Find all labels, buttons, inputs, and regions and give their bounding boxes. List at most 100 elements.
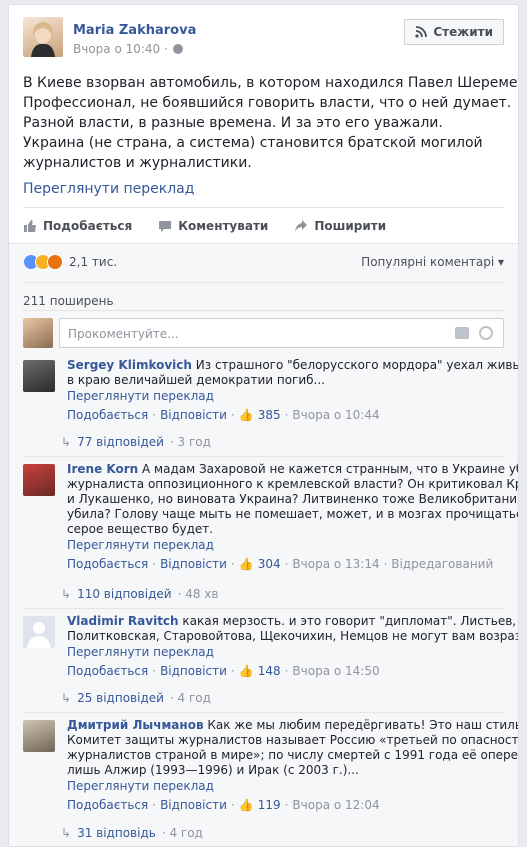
- reply-arrow-icon: ↳: [61, 691, 72, 705]
- share-button[interactable]: Поширити: [294, 219, 386, 233]
- comment-input[interactable]: Прокоментуйте...: [59, 318, 504, 348]
- like-count[interactable]: 304: [258, 557, 281, 572]
- post-line: Профессионал, не боявшийся говорить влас…: [23, 95, 512, 111]
- see-translation-link[interactable]: Переглянути переклад: [67, 538, 506, 553]
- divider: [23, 608, 504, 609]
- camera-icon[interactable]: [455, 327, 469, 339]
- commenter-avatar[interactable]: [23, 360, 55, 392]
- edited-label[interactable]: · Відредагований: [384, 557, 494, 572]
- like-link[interactable]: Подобається: [67, 798, 148, 813]
- default-avatar-icon: [27, 622, 51, 648]
- commenter-avatar[interactable]: [23, 616, 55, 648]
- see-translation-link[interactable]: Переглянути переклад: [67, 389, 506, 404]
- comment-icon: [159, 220, 172, 232]
- post-line: Разной власти, в разные времена. И за эт…: [23, 115, 443, 131]
- reply-arrow-icon: ↳: [61, 587, 72, 601]
- like-count[interactable]: 385: [258, 408, 281, 423]
- replies-link[interactable]: ↳ 31 відповідь · 4 год: [61, 826, 203, 840]
- replies-time: · 4 год: [169, 691, 211, 705]
- post-line: журналистов и журналистики.: [23, 155, 252, 171]
- comment-text: лишь Алжир (1993—1996) и Ирак (с 2003 г.…: [67, 763, 359, 777]
- like-button[interactable]: Подобається: [23, 219, 132, 233]
- comment-text: серое вещество будет.: [67, 522, 214, 536]
- see-translation-link[interactable]: Переглянути переклад: [23, 181, 194, 197]
- post-header: Maria Zakharova Вчора о 10:40 · Стежити: [23, 17, 504, 63]
- comment-text: и Лукашенко, но виновата Украина? Литвин…: [67, 492, 519, 506]
- comment-actions: Подобається · Відповісти · 👍 119 · Вчора о …: [67, 798, 380, 813]
- replies-count[interactable]: 31 відповідь: [77, 826, 156, 840]
- follow-button[interactable]: Стежити: [404, 19, 504, 45]
- like-count[interactable]: 119: [258, 798, 281, 813]
- globe-icon: [172, 44, 183, 54]
- follow-label: Стежити: [433, 25, 493, 39]
- author-avatar[interactable]: [23, 17, 63, 57]
- comment-text: Комитет защиты журналистов называет Росс…: [67, 733, 519, 747]
- current-user-avatar: [23, 318, 53, 348]
- comment-text: Как же мы любим передёргивать! Это наш с…: [207, 718, 519, 732]
- reactions-count[interactable]: 2,1 тис.: [69, 255, 117, 269]
- divider: [23, 712, 504, 713]
- reply-link[interactable]: Відповісти: [160, 798, 227, 813]
- comment-text: Политковская, Старовойтова, Щекочихин, Н…: [67, 629, 519, 643]
- thumbs-up-icon: 👍: [238, 798, 254, 812]
- commenter-avatar[interactable]: [23, 720, 55, 752]
- reply-arrow-icon: ↳: [61, 826, 72, 840]
- replies-time: · 48 хв: [177, 587, 219, 601]
- comment-time[interactable]: Вчора о 14:50: [292, 664, 379, 679]
- like-count[interactable]: 148: [258, 664, 281, 679]
- post-meta: Вчора о 10:40 ·: [73, 42, 183, 56]
- replies-link[interactable]: ↳ 110 відповідей · 48 хв: [61, 587, 218, 601]
- replies-count[interactable]: 110 відповідей: [77, 587, 172, 601]
- shares-count[interactable]: 211 поширень: [23, 294, 114, 308]
- thumbs-up-icon: 👍: [238, 408, 254, 422]
- like-link[interactable]: Подобається: [67, 664, 148, 679]
- reply-link[interactable]: Відповісти: [160, 557, 227, 572]
- post-time[interactable]: Вчора о 10:40 ·: [73, 42, 168, 56]
- thumbs-up-icon: 👍: [238, 664, 254, 678]
- emoji-icon[interactable]: [479, 326, 493, 340]
- comment-text: журналистов страной в мире»; по числу см…: [67, 748, 519, 762]
- comment-time[interactable]: Вчора о 13:14: [292, 557, 379, 572]
- commenter-avatar[interactable]: [23, 464, 55, 496]
- post-line: Украина (не страна, а система) становитс…: [23, 135, 483, 151]
- comment: Sergey Klimkovich Из страшного "белорусс…: [23, 358, 518, 423]
- replies-time: · 4 год: [161, 826, 203, 840]
- replies-time: · 3 год: [169, 435, 211, 449]
- reply-link[interactable]: Відповісти: [160, 408, 227, 423]
- author-name[interactable]: Maria Zakharova: [73, 23, 196, 38]
- comment-actions: Подобається · Відповісти · 👍 304 · Вчора о …: [67, 557, 494, 572]
- post-actions: Подобається Коментувати Поширити: [23, 207, 504, 243]
- commenter-name[interactable]: Sergey Klimkovich: [67, 358, 192, 372]
- rss-icon: [415, 26, 428, 38]
- post-card: Maria Zakharova Вчора о 10:40 · Стежити …: [8, 4, 519, 847]
- comment-time[interactable]: Вчора о 10:44: [292, 408, 379, 423]
- replies-link[interactable]: ↳ 77 відповідей · 3 год: [61, 435, 211, 449]
- replies-count[interactable]: 77 відповідей: [77, 435, 164, 449]
- commenter-name[interactable]: Irene Korn: [67, 462, 138, 476]
- post-line: В Киеве взорван автомобиль, в котором на…: [23, 75, 519, 91]
- replies-count[interactable]: 25 відповідей: [77, 691, 164, 705]
- comment-text: Из страшного "белорусского мордора" уеха…: [195, 358, 519, 372]
- thumbs-up-icon: [24, 219, 36, 232]
- comment-actions: Подобається · Відповісти · 👍 148 · Вчора о …: [67, 664, 380, 679]
- reply-link[interactable]: Відповісти: [160, 664, 227, 679]
- see-translation-link[interactable]: Переглянути переклад: [67, 779, 506, 794]
- comment-text: А мадам Захаровой не кажется странным, ч…: [142, 462, 519, 476]
- like-link[interactable]: Подобається: [67, 408, 148, 423]
- sort-dropdown[interactable]: Популярні коментарі ▾: [361, 255, 504, 269]
- divider: [23, 282, 504, 283]
- comment-button[interactable]: Коментувати: [158, 219, 268, 233]
- commenter-name[interactable]: Vladimir Ravitch: [67, 614, 179, 628]
- comment-composer: Прокоментуйте...: [23, 318, 504, 348]
- comment-text: журналиста оппозиционного к кремлевской …: [67, 477, 519, 491]
- reply-arrow-icon: ↳: [61, 435, 72, 449]
- comment-text: какая мерзость. и это говорит "дипломат"…: [182, 614, 517, 628]
- see-translation-link[interactable]: Переглянути переклад: [67, 645, 506, 660]
- replies-link[interactable]: ↳ 25 відповідей · 4 год: [61, 691, 211, 705]
- comment-time[interactable]: Вчора о 12:04: [292, 798, 379, 813]
- angry-reaction-icon[interactable]: [47, 254, 63, 270]
- like-label: Подобається: [43, 218, 133, 233]
- like-link[interactable]: Подобається: [67, 557, 148, 572]
- divider: [23, 456, 504, 457]
- commenter-name[interactable]: Дмитрий Лычманов: [67, 718, 204, 732]
